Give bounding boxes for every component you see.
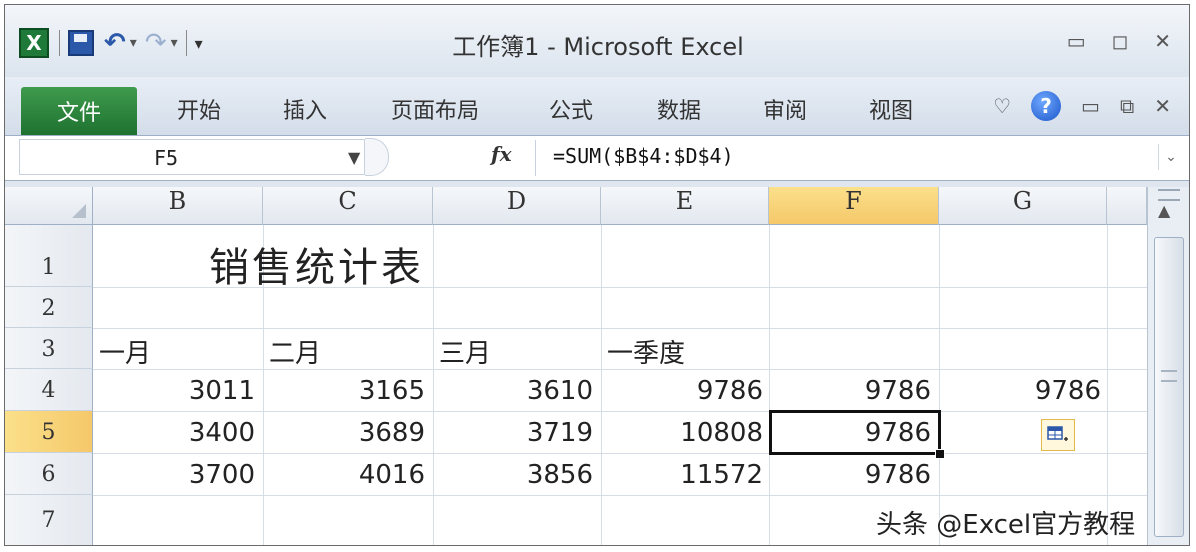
cell-c5[interactable]: 3689 bbox=[263, 418, 425, 448]
grid-line bbox=[1107, 225, 1108, 545]
row-header-1[interactable]: 1 bbox=[5, 225, 93, 287]
cell-g4[interactable]: 9786 bbox=[939, 376, 1101, 406]
workbook-close-icon[interactable]: ✕ bbox=[1154, 94, 1171, 118]
select-all-button[interactable] bbox=[5, 187, 93, 225]
cell-b3[interactable]: 一月 bbox=[99, 333, 151, 370]
column-header-c[interactable]: C bbox=[263, 187, 433, 225]
tab-formulas[interactable]: 公式 bbox=[549, 93, 593, 125]
restore-icon[interactable]: ◻ bbox=[1112, 29, 1129, 53]
column-header-b[interactable]: B bbox=[93, 187, 263, 225]
name-box[interactable]: F5 ▼ bbox=[19, 139, 365, 175]
close-icon[interactable]: ✕ bbox=[1154, 29, 1171, 53]
column-header-g[interactable]: G bbox=[939, 187, 1107, 225]
split-handle[interactable] bbox=[1158, 189, 1180, 201]
name-box-value: F5 bbox=[154, 146, 179, 170]
window-title: 工作簿1 - Microsoft Excel bbox=[452, 33, 744, 61]
tab-review[interactable]: 审阅 bbox=[763, 93, 807, 125]
cell-d6[interactable]: 3856 bbox=[433, 460, 593, 490]
formula-divider bbox=[535, 140, 536, 176]
vertical-scrollbar[interactable]: ▲ bbox=[1147, 187, 1189, 545]
insert-function-button[interactable]: fx bbox=[491, 142, 512, 166]
worksheet-grid[interactable]: B C D E F G 1 2 3 4 5 6 7 销售统计表 一月 二月 三月… bbox=[5, 187, 1189, 545]
cell-c6[interactable]: 4016 bbox=[263, 460, 425, 490]
formula-bar-splitter[interactable] bbox=[365, 138, 389, 176]
auto-fill-options-icon bbox=[1047, 426, 1068, 441]
minimize-icon[interactable]: ▭ bbox=[1067, 29, 1086, 53]
tab-view[interactable]: 视图 bbox=[869, 93, 913, 125]
cell-d4[interactable]: 3610 bbox=[433, 376, 593, 406]
cell-e5[interactable]: 10808 bbox=[601, 418, 763, 448]
name-box-dropdown-icon[interactable]: ▼ bbox=[348, 148, 360, 167]
grid-line bbox=[93, 411, 1147, 412]
cell-f6[interactable]: 9786 bbox=[769, 460, 931, 490]
row-header-4[interactable]: 4 bbox=[5, 369, 93, 411]
fill-handle[interactable] bbox=[935, 449, 945, 459]
cell-b4[interactable]: 3011 bbox=[93, 376, 255, 406]
cell-e6[interactable]: 11572 bbox=[601, 460, 763, 490]
title-bar: X ↶ ▾ ↷ ▾ ▾ 工作簿1 - Microsoft Excel ▭ ◻ ✕ bbox=[5, 5, 1189, 77]
tab-home[interactable]: 开始 bbox=[177, 93, 221, 125]
watermark: 头条 @Excel官方教程 bbox=[876, 510, 1136, 540]
expand-formula-bar-icon[interactable]: ⌄ bbox=[1158, 144, 1183, 170]
row-header-5[interactable]: 5 bbox=[5, 411, 93, 453]
workbook-minimize-icon[interactable]: ▭ bbox=[1081, 94, 1100, 118]
grid-line bbox=[93, 328, 1147, 329]
cell-d5[interactable]: 3719 bbox=[433, 418, 593, 448]
cell-b6[interactable]: 3700 bbox=[93, 460, 255, 490]
cell-e3[interactable]: 一季度 bbox=[607, 333, 685, 370]
cell-b5[interactable]: 3400 bbox=[93, 418, 255, 448]
scroll-grip-icon bbox=[1161, 370, 1177, 382]
tab-insert[interactable]: 插入 bbox=[283, 93, 327, 125]
grid-line bbox=[93, 495, 1147, 496]
column-header-d[interactable]: D bbox=[433, 187, 601, 225]
grid-line bbox=[93, 453, 1147, 454]
cell-d3[interactable]: 三月 bbox=[439, 333, 491, 370]
minimize-ribbon-icon[interactable]: ♡ bbox=[993, 94, 1011, 118]
cell-e4[interactable]: 9786 bbox=[601, 376, 763, 406]
cell-c3[interactable]: 二月 bbox=[269, 333, 321, 370]
cell-b1-title[interactable]: 销售统计表 bbox=[209, 235, 424, 293]
ribbon-controls: ♡ ? ▭ ⧉ ✕ bbox=[993, 91, 1171, 121]
column-header-h[interactable] bbox=[1107, 187, 1147, 225]
column-header-e[interactable]: E bbox=[601, 187, 769, 225]
scroll-thumb[interactable] bbox=[1154, 237, 1184, 537]
excel-window: X ↶ ▾ ↷ ▾ ▾ 工作簿1 - Microsoft Excel ▭ ◻ ✕… bbox=[4, 4, 1190, 546]
column-header-f[interactable]: F bbox=[769, 187, 939, 225]
cell-f4[interactable]: 9786 bbox=[769, 376, 931, 406]
auto-fill-options-button[interactable] bbox=[1041, 419, 1075, 451]
formula-input[interactable]: =SUM($B$4:$D$4) bbox=[553, 144, 734, 168]
window-controls: ▭ ◻ ✕ bbox=[1067, 29, 1171, 53]
tab-data[interactable]: 数据 bbox=[657, 93, 701, 125]
row-header-7[interactable]: 7 bbox=[5, 495, 93, 545]
row-header-2[interactable]: 2 bbox=[5, 287, 93, 328]
active-cell-border bbox=[769, 410, 941, 455]
tab-page-layout[interactable]: 页面布局 bbox=[391, 93, 479, 125]
scroll-up-icon[interactable]: ▲ bbox=[1158, 201, 1170, 220]
cell-c4[interactable]: 3165 bbox=[263, 376, 425, 406]
formula-bar: F5 ▼ fx =SUM($B$4:$D$4) ⌄ bbox=[5, 135, 1189, 181]
workbook-restore-icon[interactable]: ⧉ bbox=[1120, 94, 1134, 118]
ribbon-tabs: 文件 开始 插入 页面布局 公式 数据 审阅 视图 ♡ ? ▭ ⧉ ✕ bbox=[5, 77, 1189, 135]
row-header-3[interactable]: 3 bbox=[5, 328, 93, 369]
tab-file[interactable]: 文件 bbox=[21, 87, 137, 135]
help-icon[interactable]: ? bbox=[1031, 91, 1062, 121]
row-header-6[interactable]: 6 bbox=[5, 453, 93, 495]
